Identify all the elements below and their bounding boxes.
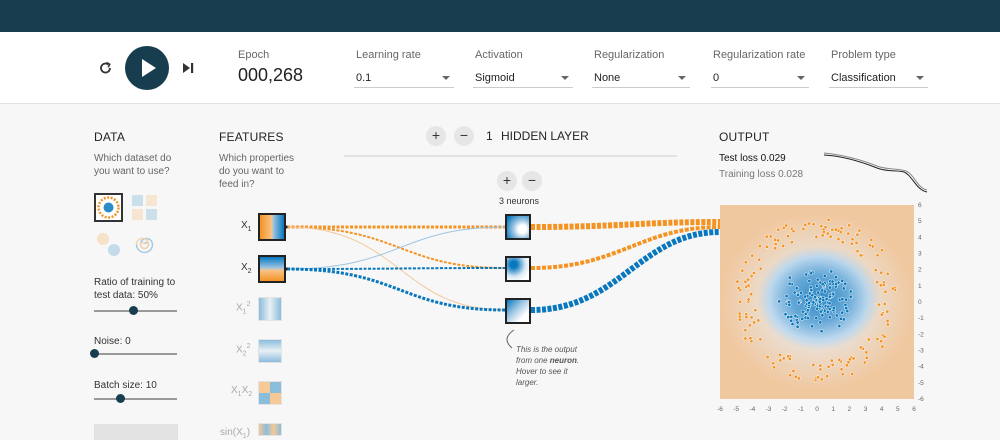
test-loss: Test loss 0.029 (719, 153, 786, 164)
x-tick-label: 4 (880, 406, 884, 413)
remove-neuron-button[interactable]: − (522, 171, 542, 191)
x-tick-label: 2 (848, 406, 852, 413)
remove-layer-button[interactable]: − (454, 126, 474, 146)
x-tick-label: 6 (912, 406, 916, 413)
tooltip-text: from one (516, 356, 550, 365)
y-tick-label: -2 (918, 331, 924, 338)
hidden-layer-count: 1 (486, 129, 493, 143)
x-tick-label: -6 (717, 406, 723, 413)
add-layer-button[interactable]: + (426, 126, 446, 146)
loss-curve (823, 152, 928, 193)
x-tick-label: -1 (798, 406, 804, 413)
y-tick-label: 2 (918, 267, 922, 274)
x-tick-label: 5 (896, 406, 900, 413)
y-tick-label: -3 (918, 348, 924, 355)
x-tick-label: 3 (864, 406, 868, 413)
neuron-1[interactable] (505, 214, 531, 240)
x-tick-label: -5 (733, 406, 739, 413)
y-tick-label: 3 (918, 251, 922, 258)
x-tick-label: -4 (749, 406, 755, 413)
tooltip-bold: neuron (549, 356, 577, 365)
neurons-label: 3 neurons (499, 196, 540, 206)
output-heading: OUTPUT (719, 130, 770, 144)
y-tick-label: 6 (918, 202, 922, 209)
y-tick-label: -4 (918, 364, 924, 371)
y-tick-label: 5 (918, 218, 922, 225)
y-tick-label: -1 (918, 315, 924, 322)
y-tick-label: -6 (918, 396, 924, 403)
output-axes: -6 -5 -4 -3 -2 -1 0 1 2 3 4 5 6 6 5 4 3 2 1 0 -1 -2 -3 -4 -5 -6 (717, 202, 924, 413)
neuron-3[interactable] (505, 298, 531, 324)
neuron-2[interactable] (505, 256, 531, 282)
add-neuron-button[interactable]: + (497, 171, 517, 191)
y-tick-label: 1 (918, 283, 922, 290)
tooltip-text: Hover to see it (516, 367, 568, 376)
x-tick-label: 1 (831, 406, 835, 413)
x-tick-label: 0 (815, 406, 819, 413)
neuron-tooltip: This is the output from one neuron. Hove… (516, 344, 596, 388)
x-tick-label: -2 (782, 406, 788, 413)
training-loss: Training loss 0.028 (719, 169, 804, 180)
tooltip-text: This is the output (516, 345, 577, 354)
y-tick-label: 4 (918, 234, 922, 241)
tooltip-text: larger. (516, 378, 539, 387)
x-tick-label: -3 (766, 406, 772, 413)
tooltip-text: . (576, 356, 580, 365)
y-tick-label: -5 (918, 380, 924, 387)
hidden-layer-label: HIDDEN LAYER (501, 129, 589, 143)
y-tick-label: 0 (918, 299, 922, 306)
